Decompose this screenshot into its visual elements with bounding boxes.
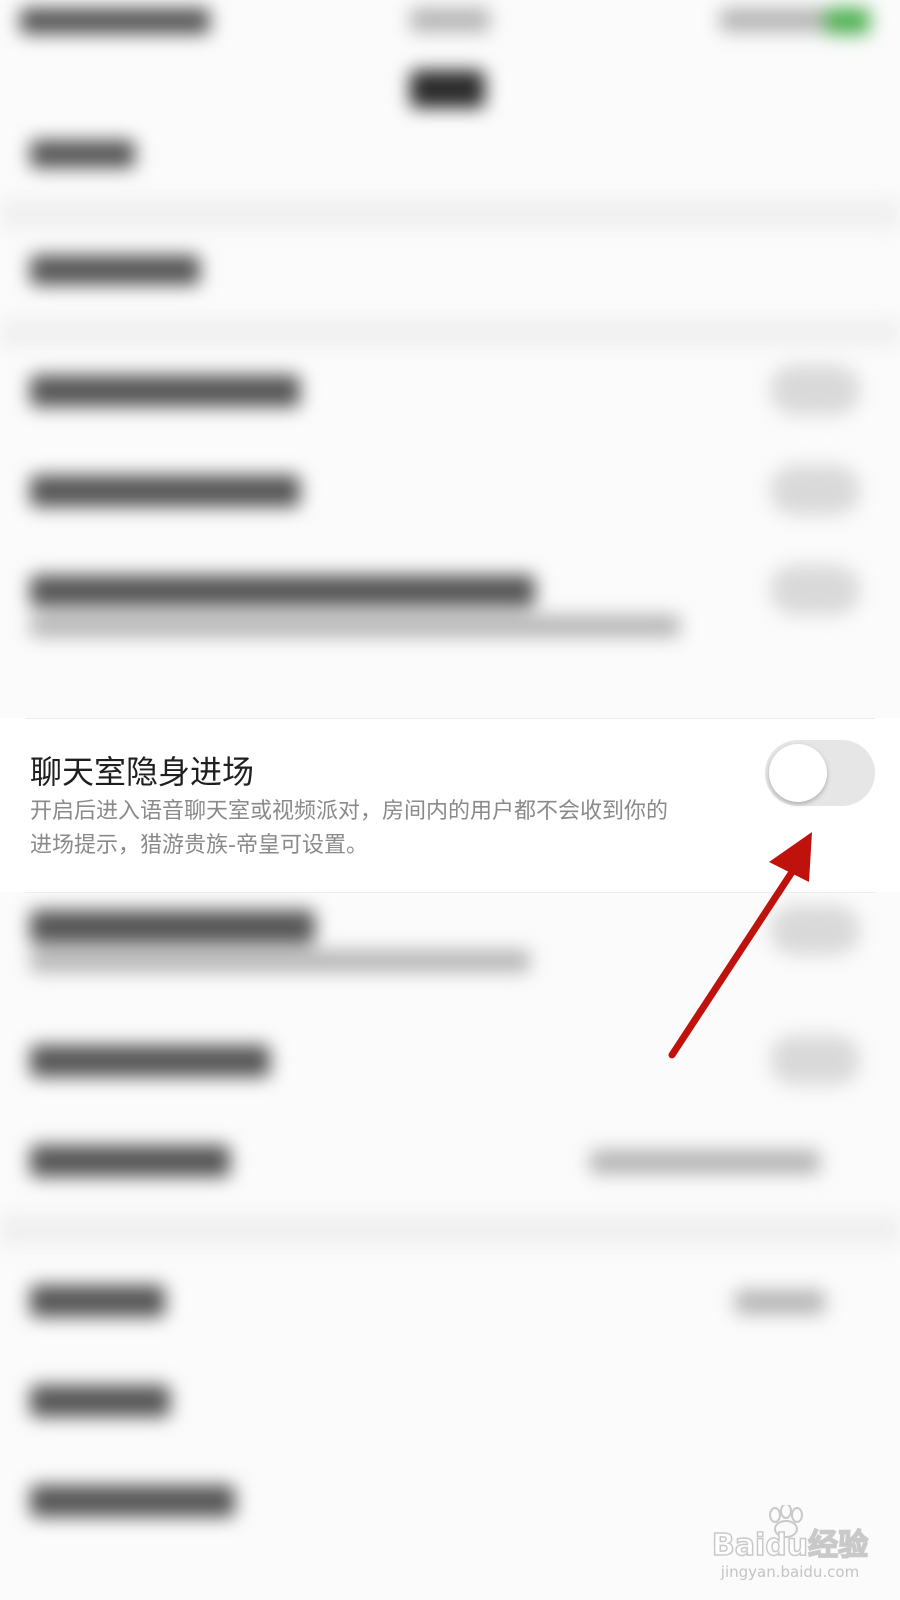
stealth-entry-toggle[interactable] [765,740,875,806]
paw-logo-icon [769,1505,803,1538]
blurred-row-9 [30,1145,230,1177]
blurred-row-7-desc [30,950,530,972]
blurred-row-4 [30,475,300,507]
section-gap [0,200,900,228]
row-divider-bottom [25,892,875,893]
blurred-toggle-4 [770,465,860,515]
blurred-row-9-value [590,1150,820,1174]
setting-description-line-2: 进场提示，猎游贵族-帝皇可设置。 [30,833,368,858]
section-gap [0,320,900,346]
blurred-row-10-value [735,1290,825,1314]
blurred-toggle-7 [770,905,860,955]
baidu-watermark: Baidu经验 jingyan.baidu.com [711,1505,869,1581]
status-bar-left [20,8,210,34]
blurred-row-1 [30,140,135,168]
blurred-row-11 [30,1385,170,1417]
setting-description: 开启后进入语音聊天室或视频派对，房间内的用户都不会收到你的 进场提示，猎游贵族-… [30,795,750,863]
blurred-toggle-8 [770,1035,860,1085]
blurred-row-12 [30,1485,235,1517]
blurred-toggle-5 [770,565,860,615]
arrow-shaft [668,868,796,1059]
blurred-row-5 [30,575,535,607]
settings-screen: 聊天室隐身进场 开启后进入语音聊天室或视频派对，房间内的用户都不会收到你的 进场… [0,0,900,1600]
blurred-row-5-desc [30,615,680,637]
blurred-toggle-3 [770,365,860,415]
blurred-row-7 [30,910,315,944]
section-gap [0,1215,900,1245]
battery-icon [825,8,870,34]
blurred-row-10 [30,1285,165,1317]
setting-title: 聊天室隐身进场 [30,753,255,791]
watermark-brand: Baidu经验 [712,1528,868,1563]
nav-title [410,70,485,108]
blurred-row-3 [30,375,300,407]
watermark-url: jingyan.baidu.com [720,1563,859,1581]
setting-description-line-1: 开启后进入语音聊天室或视频派对，房间内的用户都不会收到你的 [30,799,669,824]
blurred-row-2 [30,255,200,285]
status-bar-right [720,8,830,32]
toggle-knob [769,744,827,802]
blurred-row-8 [30,1045,270,1077]
row-divider-top [25,718,875,719]
status-bar-time [410,8,490,32]
